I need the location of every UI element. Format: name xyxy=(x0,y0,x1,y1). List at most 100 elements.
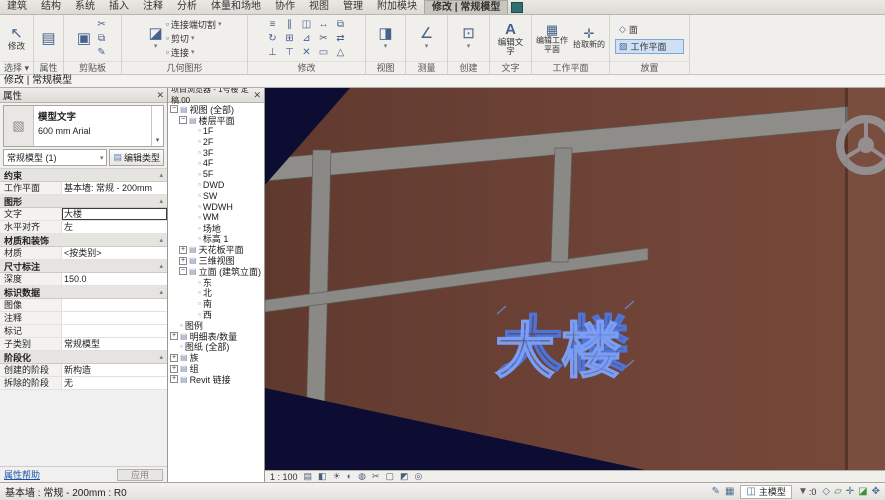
tree-item[interactable]: ▫3F xyxy=(168,147,264,158)
viewport-3d-view[interactable]: 大楼 大楼 xyxy=(265,88,885,470)
tree-item[interactable]: ▫北 xyxy=(168,288,264,299)
tree-item[interactable]: ▫图例 xyxy=(168,320,264,331)
menu-tab[interactable]: 附加模块 xyxy=(370,0,424,14)
menu-tab[interactable]: 注释 xyxy=(136,0,170,14)
menu-tab[interactable]: 修改 | 常规模型 xyxy=(424,0,508,14)
tree-item[interactable]: ▫5F xyxy=(168,169,264,180)
menu-tab[interactable]: 插入 xyxy=(102,0,136,14)
tree-item[interactable]: ▫DWD xyxy=(168,180,264,191)
menu-tab[interactable]: 系统 xyxy=(68,0,102,14)
move-icon[interactable]: ↔ xyxy=(316,18,331,31)
cut-icon[interactable]: ✂ xyxy=(94,18,109,31)
tree-item[interactable]: ▫图纸 (全部) xyxy=(168,342,264,353)
tree-item[interactable]: −▤立面 (建筑立面) xyxy=(168,266,264,277)
tree-item[interactable]: −▤楼层平面 xyxy=(168,115,264,126)
property-value[interactable]: 150.0 xyxy=(62,273,167,285)
tree-item[interactable]: ▫东 xyxy=(168,277,264,288)
trim-icon[interactable]: ⇄ xyxy=(333,32,348,45)
property-value[interactable]: 基本墙: 常规 - 200mm xyxy=(62,182,167,194)
menu-tab[interactable]: 结构 xyxy=(34,0,68,14)
crop-region-icon[interactable]: ▢ xyxy=(385,471,394,482)
properties-toggle-button[interactable]: ▤ xyxy=(40,29,56,48)
geometry-menu-item[interactable]: ▫剪切▾ xyxy=(166,32,222,45)
match-type-icon[interactable]: ✎ xyxy=(94,46,109,59)
property-value[interactable] xyxy=(62,325,167,337)
instance-filter-select[interactable]: 常规模型 (1) ▾ xyxy=(3,149,107,166)
rendering-icon[interactable]: ◍ xyxy=(358,471,366,482)
editable-only-icon[interactable]: ✎ xyxy=(712,486,720,497)
property-value[interactable]: 大楼 xyxy=(62,208,167,220)
properties-help-link[interactable]: 属性帮助 xyxy=(4,468,40,481)
select-pinned-icon[interactable]: ✛ xyxy=(846,486,854,497)
align-icon[interactable]: ≡ xyxy=(265,18,280,31)
crop-view-icon[interactable]: ✂ xyxy=(372,471,380,482)
design-option-select[interactable]: ◫ 主模型 xyxy=(740,485,791,499)
join-icon[interactable]: ▭ xyxy=(316,46,331,59)
group-label-properties[interactable]: 属性 xyxy=(34,61,63,74)
measure-button[interactable]: ∠ ▾ xyxy=(419,24,434,52)
edit-type-button[interactable]: ▤ 编辑类型 xyxy=(109,149,164,166)
property-section-header[interactable]: 材质和装饰▴ xyxy=(0,234,167,247)
type-selector[interactable]: ▧ 模型文字 600 mm Arial ▾ xyxy=(3,105,164,147)
tree-item[interactable]: ▫WM xyxy=(168,212,264,223)
menu-tab[interactable]: 管理 xyxy=(336,0,370,14)
detail-level-icon[interactable]: ▤ xyxy=(304,471,313,482)
menu-tab[interactable]: 分析 xyxy=(170,0,204,14)
copy-icon[interactable]: ⧉ xyxy=(94,32,109,45)
beam-vertical-center[interactable] xyxy=(551,148,572,262)
tree-item[interactable]: +▤组 xyxy=(168,363,264,374)
tree-item[interactable]: ▫西 xyxy=(168,309,264,320)
selection-filter[interactable]: ▼ :0 xyxy=(798,486,816,497)
pin-icon[interactable]: ⊥ xyxy=(265,46,280,59)
tree-item[interactable]: ▫1F xyxy=(168,126,264,137)
tree-item[interactable]: ▫4F xyxy=(168,158,264,169)
tree-item[interactable]: ▫2F xyxy=(168,136,264,147)
view-scale-button[interactable]: 1 : 100 xyxy=(270,472,298,482)
tree-item[interactable]: +▤三维视图 xyxy=(168,255,264,266)
view-tools-button[interactable]: ◨ ▾ xyxy=(377,24,393,52)
hide-isolate-icon[interactable]: ◩ xyxy=(400,471,409,482)
menu-tab[interactable]: 协作 xyxy=(268,0,302,14)
modify-button[interactable]: ↖ 修改 xyxy=(7,24,26,52)
tree-item[interactable]: +▤明细表/数量 xyxy=(168,331,264,342)
shadows-icon[interactable]: ◐ xyxy=(347,471,352,482)
chevron-down-icon[interactable]: ▾ xyxy=(151,106,163,146)
property-section-header[interactable]: 阶段化▴ xyxy=(0,351,167,364)
offset-icon[interactable]: ∥ xyxy=(282,18,297,31)
array-icon[interactable]: ⊞ xyxy=(282,32,297,45)
delete-icon[interactable]: ✕ xyxy=(299,46,314,59)
mirror-icon[interactable]: ◫ xyxy=(299,18,314,31)
pick-new-workplane-button[interactable]: ✛拾取新的 xyxy=(572,26,607,50)
drag-on-selection-icon[interactable]: ✥ xyxy=(872,486,880,497)
tree-item[interactable]: ▫SW xyxy=(168,190,264,201)
property-value[interactable]: 常规模型 xyxy=(62,338,167,350)
menu-tab[interactable]: 建筑 xyxy=(0,0,34,14)
close-icon[interactable]: ✕ xyxy=(253,90,261,101)
selected-model-text[interactable]: 大楼 大楼 xyxy=(495,301,635,385)
tree-expand-icon[interactable]: + xyxy=(170,332,178,340)
geometry-menu-item[interactable]: ▫连接端切割▾ xyxy=(166,18,222,31)
tree-expand-icon[interactable]: + xyxy=(179,257,187,265)
tree-expand-icon[interactable]: + xyxy=(179,246,187,254)
tree-expand-icon[interactable]: + xyxy=(170,375,178,383)
property-value[interactable] xyxy=(62,312,167,324)
property-section-header[interactable]: 尺寸标注▴ xyxy=(0,260,167,273)
scale-icon[interactable]: ⊿ xyxy=(299,32,314,45)
edit-workplane-button[interactable]: ▦编辑工作平面 xyxy=(535,22,570,54)
tree-item[interactable]: +▤Revit 链接 xyxy=(168,374,264,385)
tree-expand-icon[interactable]: + xyxy=(170,354,178,362)
rotate-icon[interactable]: ↻ xyxy=(265,32,280,45)
property-section-header[interactable]: 标识数据▴ xyxy=(0,286,167,299)
sun-path-icon[interactable]: ☀ xyxy=(333,471,341,482)
tree-item[interactable]: ▫南 xyxy=(168,298,264,309)
worksets-icon[interactable]: ▦ xyxy=(725,486,734,497)
tree-item[interactable]: ▫WDWH xyxy=(168,201,264,212)
close-icon[interactable]: ✕ xyxy=(156,90,164,101)
paste-button[interactable]: ▣ xyxy=(76,29,92,48)
menu-tab[interactable]: 体量和场地 xyxy=(204,0,268,14)
create-button[interactable]: ⊡ ▾ xyxy=(461,24,476,52)
unpin-icon[interactable]: ⊤ xyxy=(282,46,297,59)
placement-option[interactable]: ◇面 xyxy=(615,22,684,37)
tree-item[interactable]: +▤天花板平面 xyxy=(168,244,264,255)
visual-style-icon[interactable]: ◧ xyxy=(318,471,327,482)
